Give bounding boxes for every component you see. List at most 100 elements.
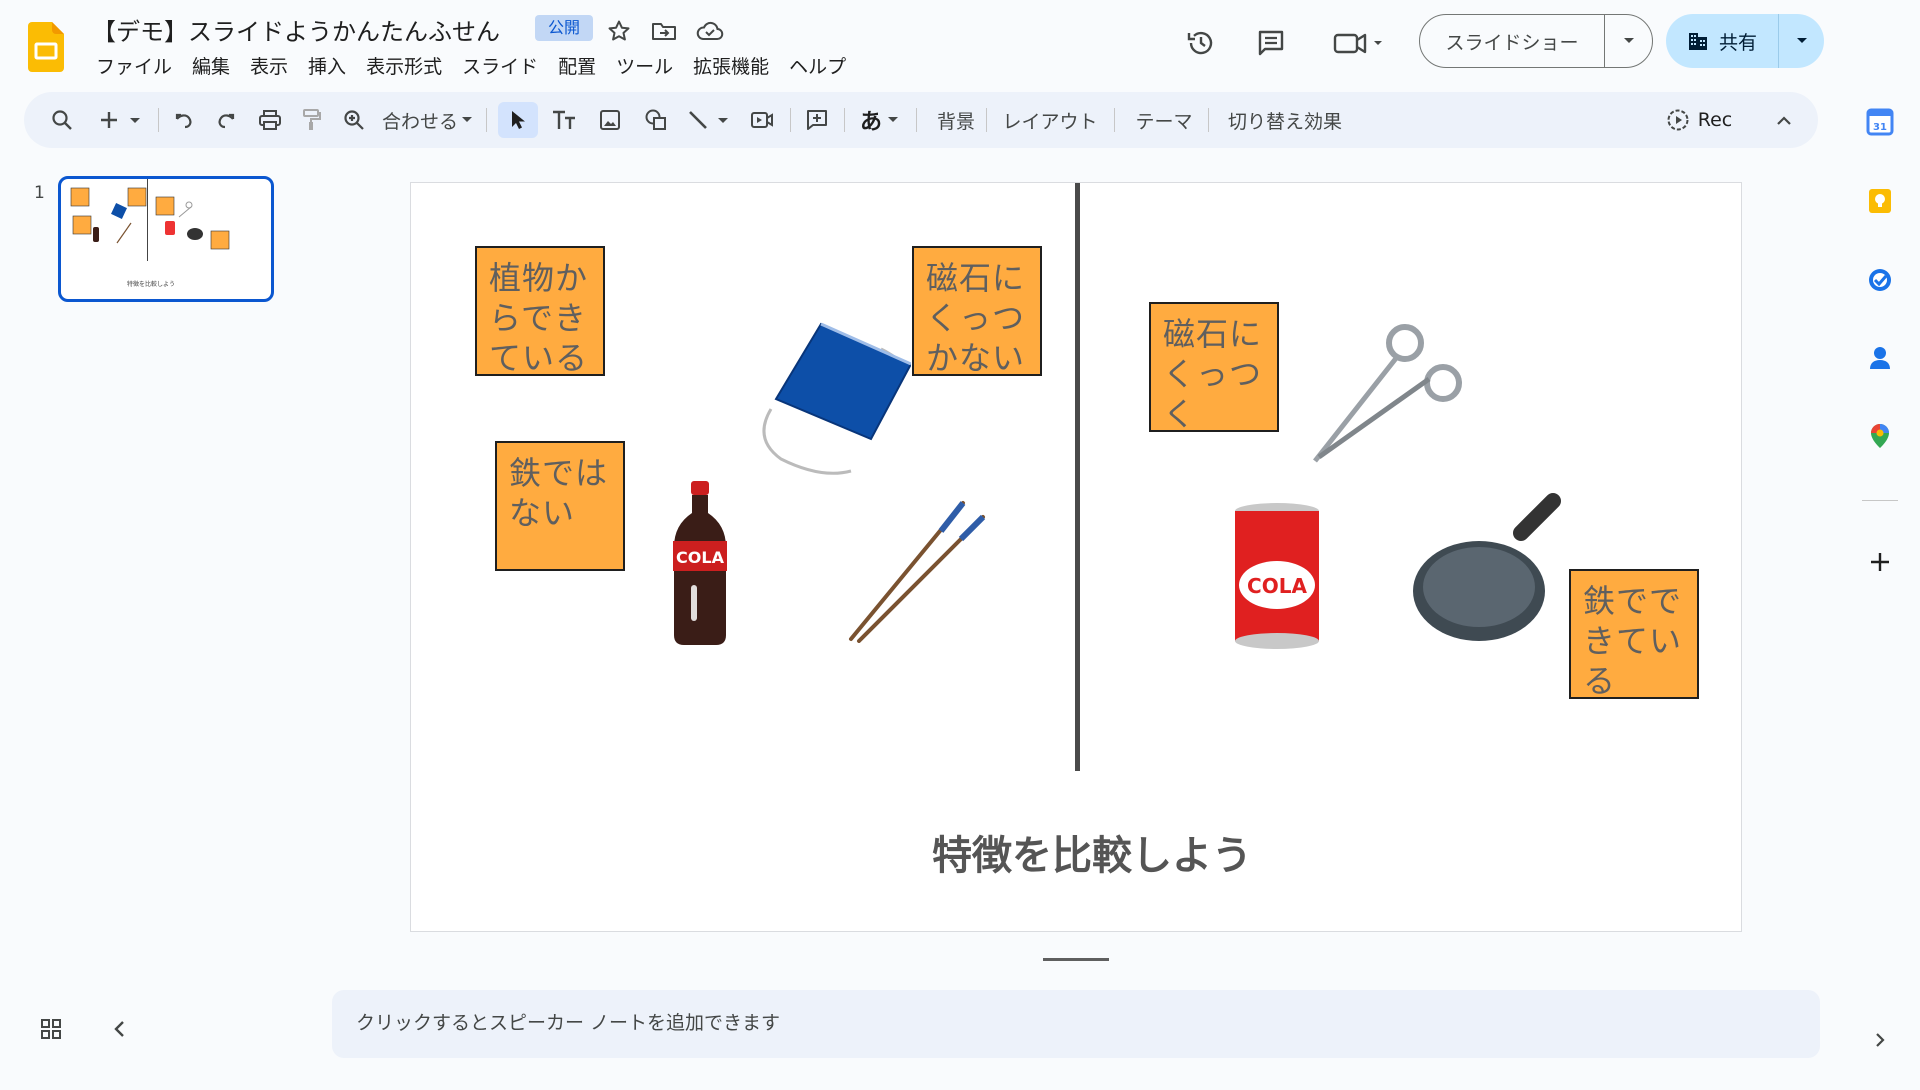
menu-edit[interactable]: 編集 [182,52,240,79]
redo-icon[interactable] [208,92,244,148]
line-icon[interactable] [682,92,738,148]
slideshow-button[interactable]: スライドショー [1419,14,1653,68]
rail-divider [1862,500,1898,501]
notes-resize-handle[interactable] [1043,958,1109,961]
add-addon-icon[interactable] [1864,546,1896,578]
maps-icon[interactable] [1864,420,1896,452]
menu-view[interactable]: 表示 [240,52,298,79]
mask-illustration[interactable] [751,319,911,479]
add-comment-icon[interactable] [796,92,838,148]
cola-bottle-illustration[interactable]: COLA [665,479,735,647]
transition-button[interactable]: 切り替え効果 [1218,92,1352,148]
slide-thumbnail-preview: 特徴を比較しよう [70,179,230,288]
keep-icon[interactable] [1864,185,1896,217]
slideshow-label: スライドショー [1445,31,1579,54]
sticky-note[interactable]: 磁石にくっつく [1149,302,1279,432]
select-cursor-icon[interactable] [498,102,538,138]
tasks-icon[interactable] [1864,264,1896,296]
bottle-label: COLA [676,548,725,567]
toolbar: 合わせる あ 背景 レイアウト テーマ 切り替え効果 Rec [24,92,1818,148]
menu-arrange[interactable]: 配置 [548,52,606,79]
slides-logo-icon[interactable] [28,22,64,72]
toolbar-divider [486,108,487,132]
zoom-select[interactable]: 合わせる [380,92,476,148]
comments-icon[interactable] [1250,22,1292,64]
insert-image-icon[interactable] [590,92,630,148]
document-title[interactable]: 【デモ】スライドようかんたんふせん [92,12,500,47]
menu-file[interactable]: ファイル [86,52,182,79]
insert-video-icon[interactable] [742,92,782,148]
layout-label: レイアウト [1002,110,1098,133]
building-icon [1688,33,1707,50]
move-folder-icon[interactable] [647,14,681,48]
grid-view-icon[interactable] [38,1016,64,1042]
can-label: COLA [1247,574,1307,598]
toolbar-divider [986,108,987,132]
zoom-icon[interactable] [336,92,372,148]
version-history-icon[interactable] [1180,22,1222,64]
slide-title[interactable]: 特徴を比較しよう [411,823,1741,881]
toolbar-divider [158,108,159,132]
calendar-icon[interactable]: 31 [1864,106,1896,138]
collapse-toolbar-icon[interactable] [1766,92,1802,148]
toolbar-divider [1114,108,1115,132]
thumbnail-caption: 特徴を比較しよう [127,280,175,288]
toolbar-divider [916,108,917,132]
expand-side-panel-icon[interactable] [1864,1024,1896,1056]
print-icon[interactable] [252,92,288,148]
share-button[interactable]: 共有 [1666,14,1824,68]
search-menus-icon[interactable] [44,92,80,148]
star-icon[interactable] [602,14,636,48]
input-tools-label: あ [859,110,882,135]
speaker-notes-area[interactable]: クリックするとスピーカー ノートを追加できます [332,990,1820,1058]
menu-slide[interactable]: スライド [452,52,548,79]
menu-extensions[interactable]: 拡張機能 [683,52,779,79]
share-dropdown-icon[interactable] [1779,36,1824,46]
zoom-label: 合わせる [381,110,458,133]
slide-number: 1 [34,183,45,203]
toolbar-divider [1208,108,1209,132]
chevron-down-icon [888,117,898,122]
menu-help[interactable]: ヘルプ [779,52,856,79]
new-slide-icon[interactable] [94,92,150,148]
scissors-illustration[interactable] [1307,321,1467,471]
share-label: 共有 [1718,31,1757,54]
background-button[interactable]: 背景 [926,92,986,148]
cloud-saved-icon[interactable] [693,14,727,48]
collapse-filmstrip-icon[interactable] [106,1016,132,1042]
layout-button[interactable]: レイアウト [994,92,1106,148]
meet-camera-icon[interactable] [1328,22,1388,64]
chevron-down-icon [462,117,472,122]
sticky-note[interactable]: 植物からできている [475,246,605,376]
theme-button[interactable]: テーマ [1122,92,1206,148]
menu-insert[interactable]: 挿入 [298,52,356,79]
sticky-note[interactable]: 鉄ではない [495,441,625,571]
speaker-notes-placeholder: クリックするとスピーカー ノートを追加できます [356,1012,781,1034]
cola-can-illustration[interactable]: COLA [1231,501,1323,651]
slide-divider-line [1075,183,1080,771]
sticky-note[interactable]: 鉄でできている [1569,569,1699,699]
rec-label: Rec [1697,109,1733,131]
input-tools-button[interactable]: あ [852,92,908,148]
slide-thumbnail[interactable]: 特徴を比較しよう [58,176,274,302]
shape-icon[interactable] [636,92,676,148]
slide-canvas[interactable]: 植物からできている 磁石にくっつかない 鉄ではない 磁石にくっつく 鉄でできてい… [410,182,1742,932]
paint-format-icon[interactable] [294,92,330,148]
chopsticks-illustration[interactable] [845,493,991,643]
slideshow-dropdown-icon[interactable] [1605,36,1652,46]
rec-button[interactable]: Rec [1656,92,1742,148]
menu-tools[interactable]: ツール [606,52,683,79]
toolbar-divider [844,108,845,132]
menu-format[interactable]: 表示形式 [356,52,452,79]
contacts-icon[interactable] [1864,342,1896,374]
sticky-note[interactable]: 磁石にくっつかない [912,246,1042,376]
frying-pan-illustration[interactable] [1403,493,1569,643]
published-badge[interactable]: 公開 [535,15,593,41]
undo-icon[interactable] [166,92,202,148]
text-box-icon[interactable] [544,92,584,148]
background-label: 背景 [936,110,975,133]
rec-icon [1667,109,1689,131]
theme-label: テーマ [1135,110,1193,133]
transition-label: 切り替え効果 [1227,110,1342,133]
menu-bar: ファイル 編集 表示 挿入 表示形式 スライド 配置 ツール 拡張機能 ヘルプ [86,52,856,79]
